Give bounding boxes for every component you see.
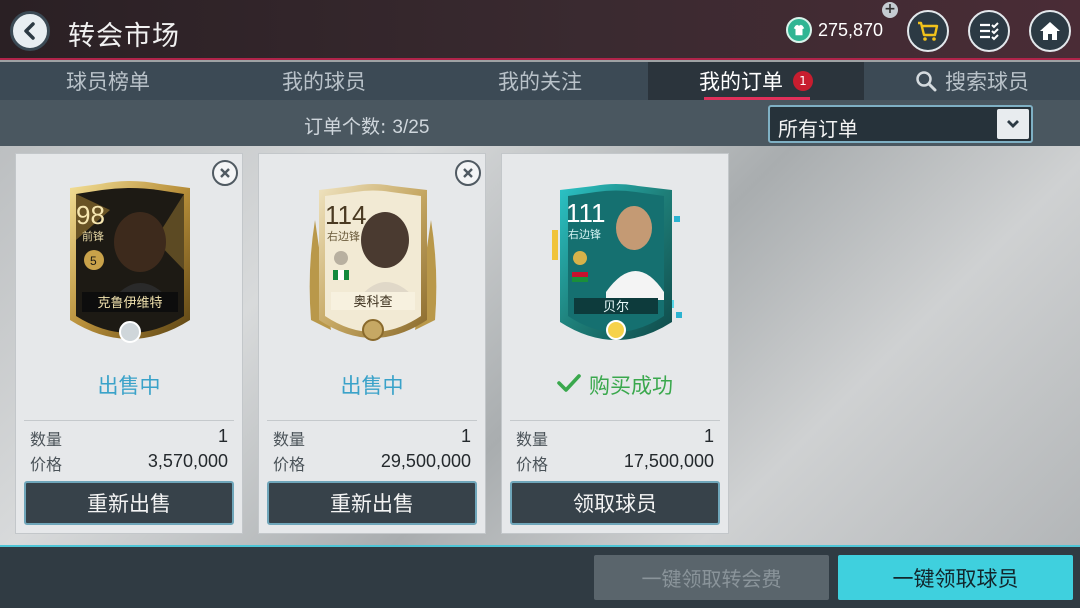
price-value: 3,570,000 bbox=[147, 451, 228, 471]
order-card: 98 前锋 5 克鲁伊维特 出售中 数量 1 价格 3,570,000 重新出售 bbox=[15, 153, 243, 534]
coin-balance[interactable]: 275,870 + bbox=[786, 2, 898, 44]
back-button[interactable] bbox=[10, 11, 50, 51]
tab-label: 搜索球员 bbox=[945, 70, 1029, 94]
card-level: 5 bbox=[90, 254, 97, 268]
card-rating: 98 bbox=[76, 200, 105, 230]
notification-badge: 1 bbox=[793, 71, 813, 91]
cart-button[interactable] bbox=[907, 10, 949, 52]
order-status: 出售中 bbox=[340, 374, 404, 398]
order-status: 出售中 bbox=[97, 374, 161, 398]
quantity-label: 数量 bbox=[516, 430, 549, 449]
divider bbox=[267, 420, 477, 421]
card-position: 前锋 bbox=[82, 229, 104, 243]
order-count-label: 订单个数: bbox=[304, 116, 387, 138]
order-status: 购买成功 bbox=[502, 370, 728, 400]
price-row: 价格 17,500,000 bbox=[516, 451, 714, 475]
quantity-label: 数量 bbox=[30, 430, 63, 449]
menu-list-icon bbox=[980, 22, 999, 41]
order-filter-value: 所有订单 bbox=[778, 117, 858, 141]
quantity-value: 1 bbox=[460, 426, 471, 446]
quantity-row: 数量 1 bbox=[30, 426, 228, 450]
menu-button[interactable] bbox=[968, 10, 1010, 52]
claim-all-players-button[interactable]: 一键领取球员 bbox=[838, 555, 1073, 600]
price-row: 价格 29,500,000 bbox=[273, 451, 471, 475]
close-icon[interactable] bbox=[455, 160, 481, 186]
claim-all-fees-button[interactable]: 一键领取转会费 bbox=[594, 555, 829, 600]
player-card-image: 114 右边锋 奥科查 bbox=[309, 184, 437, 341]
relist-button[interactable]: 重新出售 bbox=[267, 481, 477, 525]
price-label: 价格 bbox=[30, 455, 63, 474]
order-filter-select[interactable]: 所有订单 bbox=[768, 105, 1033, 143]
coin-icon bbox=[786, 17, 812, 43]
tab-label: 我的关注 bbox=[498, 70, 582, 94]
quantity-row: 数量 1 bbox=[273, 426, 471, 450]
cart-icon bbox=[918, 21, 939, 41]
price-label: 价格 bbox=[273, 455, 306, 474]
search-icon bbox=[916, 71, 937, 92]
order-status-text: 购买成功 bbox=[589, 374, 673, 398]
divider bbox=[24, 420, 234, 421]
card-rating: 111 bbox=[566, 198, 606, 228]
chevron-down-icon[interactable] bbox=[997, 109, 1029, 139]
quantity-value: 1 bbox=[703, 426, 714, 446]
tab-bar: 球员榜单 我的球员 我的关注 我的订单 1 搜索球员 bbox=[0, 62, 1080, 100]
order-count: 订单个数: 3/25 bbox=[304, 112, 429, 139]
bottom-action-bar: 一键领取转会费 一键领取球员 bbox=[0, 545, 1080, 608]
coin-value: 275,870 bbox=[818, 19, 884, 40]
price-value: 29,500,000 bbox=[380, 451, 471, 471]
player-card-image: 98 前锋 5 克鲁伊维特 bbox=[70, 181, 190, 343]
page-title: 转会市场 bbox=[68, 21, 180, 52]
close-icon[interactable] bbox=[212, 160, 238, 186]
plus-icon[interactable]: + bbox=[882, 2, 898, 18]
card-position: 右边锋 bbox=[568, 227, 601, 241]
order-card: 111 右边锋 贝尔 购买成功 数量 1 价格 17,500,000 领取球员 bbox=[501, 153, 729, 534]
card-player-name: 奥科查 bbox=[353, 295, 392, 310]
order-count-value: 3/25 bbox=[392, 117, 430, 138]
card-rating: 114 bbox=[325, 200, 366, 230]
card-player-name: 贝尔 bbox=[603, 300, 629, 315]
price-label: 价格 bbox=[516, 455, 549, 474]
tab-label: 我的订单 bbox=[699, 70, 783, 94]
tab-leaderboard[interactable]: 球员榜单 bbox=[0, 62, 216, 100]
price-row: 价格 3,570,000 bbox=[30, 451, 228, 475]
checkmark-icon bbox=[557, 374, 581, 392]
tab-my-orders[interactable]: 我的订单 1 bbox=[648, 62, 864, 100]
tab-label: 我的球员 bbox=[282, 70, 366, 94]
tab-label: 球员榜单 bbox=[66, 70, 150, 94]
tab-search-players[interactable]: 搜索球员 bbox=[864, 62, 1080, 100]
home-icon bbox=[1040, 22, 1060, 40]
card-position: 右边锋 bbox=[327, 229, 360, 243]
price-value: 17,500,000 bbox=[623, 451, 714, 471]
quantity-row: 数量 1 bbox=[516, 426, 714, 450]
tab-watchlist[interactable]: 我的关注 bbox=[432, 62, 648, 100]
top-bar: 转会市场 275,870 + bbox=[0, 0, 1080, 60]
back-arrow-icon bbox=[24, 22, 35, 40]
card-player-name: 克鲁伊维特 bbox=[97, 296, 162, 311]
relist-button[interactable]: 重新出售 bbox=[24, 481, 234, 525]
quantity-label: 数量 bbox=[273, 430, 306, 449]
divider bbox=[510, 420, 720, 421]
order-card: 114 右边锋 奥科查 出售中 数量 1 价格 29,500,000 重新出售 bbox=[258, 153, 486, 534]
quantity-value: 1 bbox=[217, 426, 228, 446]
tab-my-players[interactable]: 我的球员 bbox=[216, 62, 432, 100]
home-button[interactable] bbox=[1029, 10, 1071, 52]
player-card-image: 111 右边锋 贝尔 bbox=[552, 184, 682, 340]
claim-player-button[interactable]: 领取球员 bbox=[510, 481, 720, 525]
